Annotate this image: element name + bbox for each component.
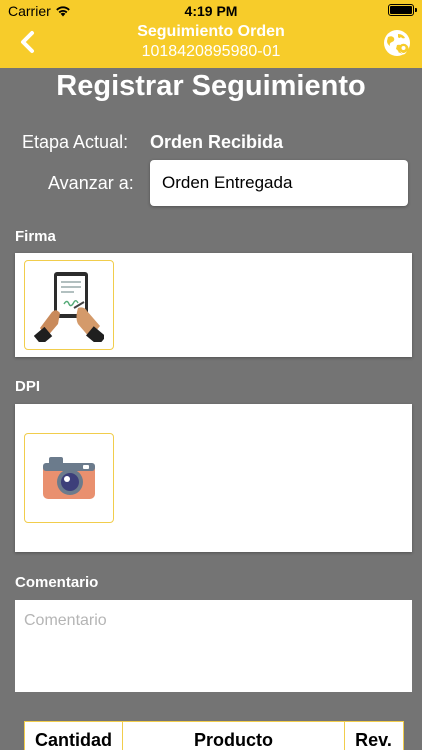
page-title: Registrar Seguimiento — [56, 70, 366, 102]
dpi-photo-button[interactable] — [24, 433, 114, 523]
nav-title-line2: 1018420895980-01 — [141, 43, 281, 60]
column-review: Rev. — [355, 730, 392, 750]
camera-icon — [43, 457, 95, 499]
comment-field[interactable]: Comentario — [15, 600, 412, 692]
stage-label: Etapa Actual: — [22, 132, 129, 152]
signature-button[interactable] — [24, 260, 114, 350]
column-quantity: Cantidad — [25, 722, 123, 750]
signature-icon — [34, 272, 104, 342]
dpi-panel — [15, 404, 412, 552]
advance-select[interactable]: Orden Entregada — [150, 160, 408, 206]
comment-label: Comentario — [15, 574, 99, 591]
globe-icon — [384, 30, 410, 56]
advance-label: Avanzar a: — [48, 173, 134, 193]
nav-title: Seguimiento Orden 1018420895980-01 — [0, 22, 422, 62]
top-bar: Carrier 4:19 PM Seguimiento Orden 101842… — [0, 0, 422, 68]
column-product: Producto — [123, 722, 345, 750]
battery-icon — [388, 4, 417, 16]
signature-label: Firma — [15, 228, 56, 245]
stage-value: Orden Recibida — [150, 132, 284, 152]
nav-title-line1: Seguimiento Orden — [137, 23, 285, 40]
dpi-label: DPI — [15, 378, 41, 395]
signature-panel — [15, 253, 412, 357]
products-table-header: Cantidad Producto Rev. — [24, 721, 404, 750]
status-time: 4:19 PM — [184, 3, 238, 19]
globe-button[interactable] — [382, 28, 412, 58]
